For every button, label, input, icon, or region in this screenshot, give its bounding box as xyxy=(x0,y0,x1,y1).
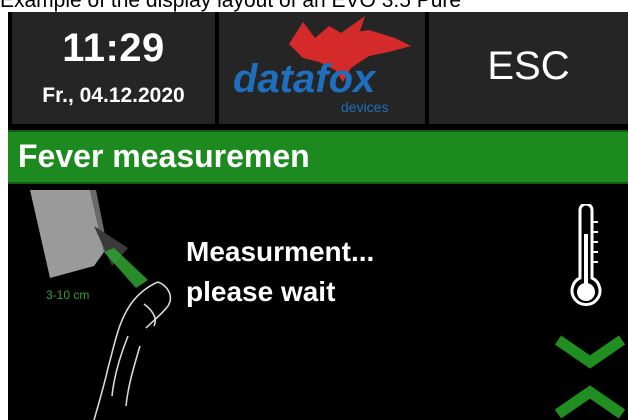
clock-date: Fr., 04.12.2020 xyxy=(42,84,185,107)
title-bar: Fever measuremen xyxy=(8,130,628,184)
caption-text: Example of the display layout of an EVO … xyxy=(0,0,462,12)
chevron-down-icon[interactable] xyxy=(552,332,628,372)
logo-tile: datafox devices xyxy=(219,12,425,124)
measurement-illustration xyxy=(30,190,172,420)
esc-button[interactable]: ESC xyxy=(429,12,628,124)
status-message-line2: please wait xyxy=(186,276,336,307)
sensor-beam-icon xyxy=(104,248,148,288)
header-bar: 11:29 Fr., 04.12.2020 datafox devices ES… xyxy=(8,12,628,124)
esc-label: ESC xyxy=(487,44,570,88)
distance-label: 3-10 cm xyxy=(46,288,90,302)
thermometer-icon xyxy=(570,204,602,307)
chevron-up-icon[interactable] xyxy=(552,382,628,420)
device-screen: 11:29 Fr., 04.12.2020 datafox devices ES… xyxy=(8,12,628,420)
status-message: Measurment... please wait xyxy=(186,232,374,312)
status-message-line1: Measurment... xyxy=(186,236,375,267)
logo-sub-text: devices xyxy=(341,99,388,115)
datafox-logo: datafox devices xyxy=(233,16,411,115)
clock-time: 11:29 xyxy=(62,26,165,70)
page: Example of the display layout of an EVO … xyxy=(0,0,628,420)
page-title: Fever measuremen xyxy=(18,138,310,174)
sensor-device-icon xyxy=(30,190,104,278)
hand-icon xyxy=(93,281,172,420)
logo-brand-text: datafox xyxy=(233,57,377,101)
content-area: 3-10 cm Measurment... please wait xyxy=(8,186,628,420)
clock-tile: 11:29 Fr., 04.12.2020 xyxy=(12,12,215,124)
